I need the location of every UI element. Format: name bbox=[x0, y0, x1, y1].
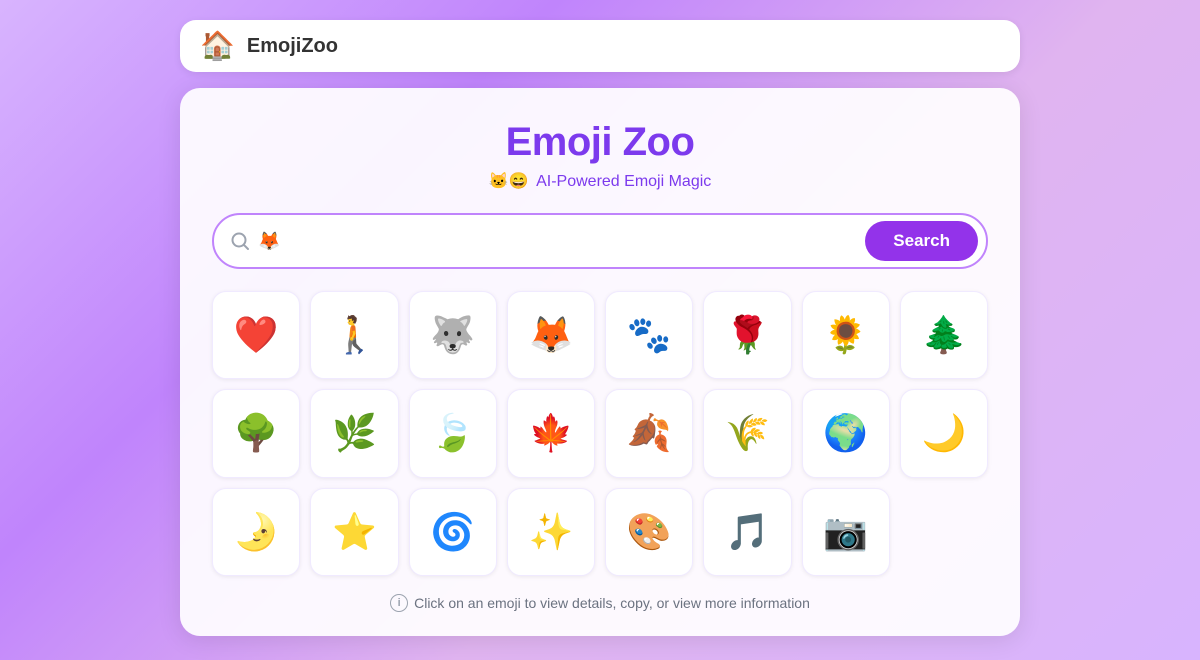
emoji-cell[interactable]: 🌙 bbox=[900, 389, 988, 477]
emoji-cell[interactable]: 🎨 bbox=[605, 488, 693, 576]
emoji-cell[interactable]: 🍂 bbox=[605, 389, 693, 477]
info-text: Click on an emoji to view details, copy,… bbox=[414, 595, 810, 611]
emoji-cell[interactable]: 🌳 bbox=[212, 389, 300, 477]
emoji-cell[interactable]: 🍃 bbox=[409, 389, 497, 477]
emoji-cell[interactable]: 🌲 bbox=[900, 291, 988, 379]
emoji-cell[interactable]: 🌻 bbox=[802, 291, 890, 379]
info-icon: i bbox=[390, 594, 408, 612]
nav-title: EmojiZoo bbox=[247, 35, 338, 58]
emoji-grid: ❤️ 🚶 🐺 🦊 🐾 🌹 🌻 🌲 🌳 🌿 🍃 🍁 🍂 🌾 🌍 🌙 🌛 ⭐ 🌀 ✨… bbox=[212, 291, 988, 576]
search-input[interactable] bbox=[258, 227, 857, 256]
emoji-cell[interactable]: ⭐ bbox=[310, 488, 398, 576]
emoji-cell[interactable]: 🦊 bbox=[507, 291, 595, 379]
emoji-cell[interactable]: ❤️ bbox=[212, 291, 300, 379]
subtitle-text: AI-Powered Emoji Magic bbox=[536, 173, 711, 190]
subtitle-emoji: 🐱😄 bbox=[489, 173, 529, 190]
emoji-cell[interactable]: 📷 bbox=[802, 488, 890, 576]
info-footer: i Click on an emoji to view details, cop… bbox=[390, 594, 810, 612]
main-card: Emoji Zoo 🐱😄 AI-Powered Emoji Magic Sear… bbox=[180, 88, 1020, 636]
search-button[interactable]: Search bbox=[865, 221, 978, 261]
search-bar: Search bbox=[212, 213, 988, 269]
emoji-cell[interactable]: 🎵 bbox=[703, 488, 791, 576]
emoji-cell[interactable]: 🌍 bbox=[802, 389, 890, 477]
emoji-cell[interactable]: 🐺 bbox=[409, 291, 497, 379]
nav-bar: 🏠 EmojiZoo bbox=[180, 20, 1020, 72]
emoji-cell[interactable]: 🌹 bbox=[703, 291, 791, 379]
emoji-cell[interactable]: 🍁 bbox=[507, 389, 595, 477]
app-title: Emoji Zoo bbox=[506, 120, 695, 165]
emoji-cell[interactable]: 🐾 bbox=[605, 291, 693, 379]
emoji-cell[interactable]: 🌾 bbox=[703, 389, 791, 477]
emoji-cell[interactable]: 🌿 bbox=[310, 389, 398, 477]
emoji-cell[interactable]: 🌀 bbox=[409, 488, 497, 576]
nav-logo-icon: 🏠 bbox=[200, 32, 235, 60]
emoji-cell[interactable]: 🌛 bbox=[212, 488, 300, 576]
emoji-cell[interactable]: 🚶 bbox=[310, 291, 398, 379]
search-icon bbox=[230, 231, 250, 251]
app-subtitle: 🐱😄 AI-Powered Emoji Magic bbox=[489, 171, 712, 191]
emoji-cell[interactable]: ✨ bbox=[507, 488, 595, 576]
